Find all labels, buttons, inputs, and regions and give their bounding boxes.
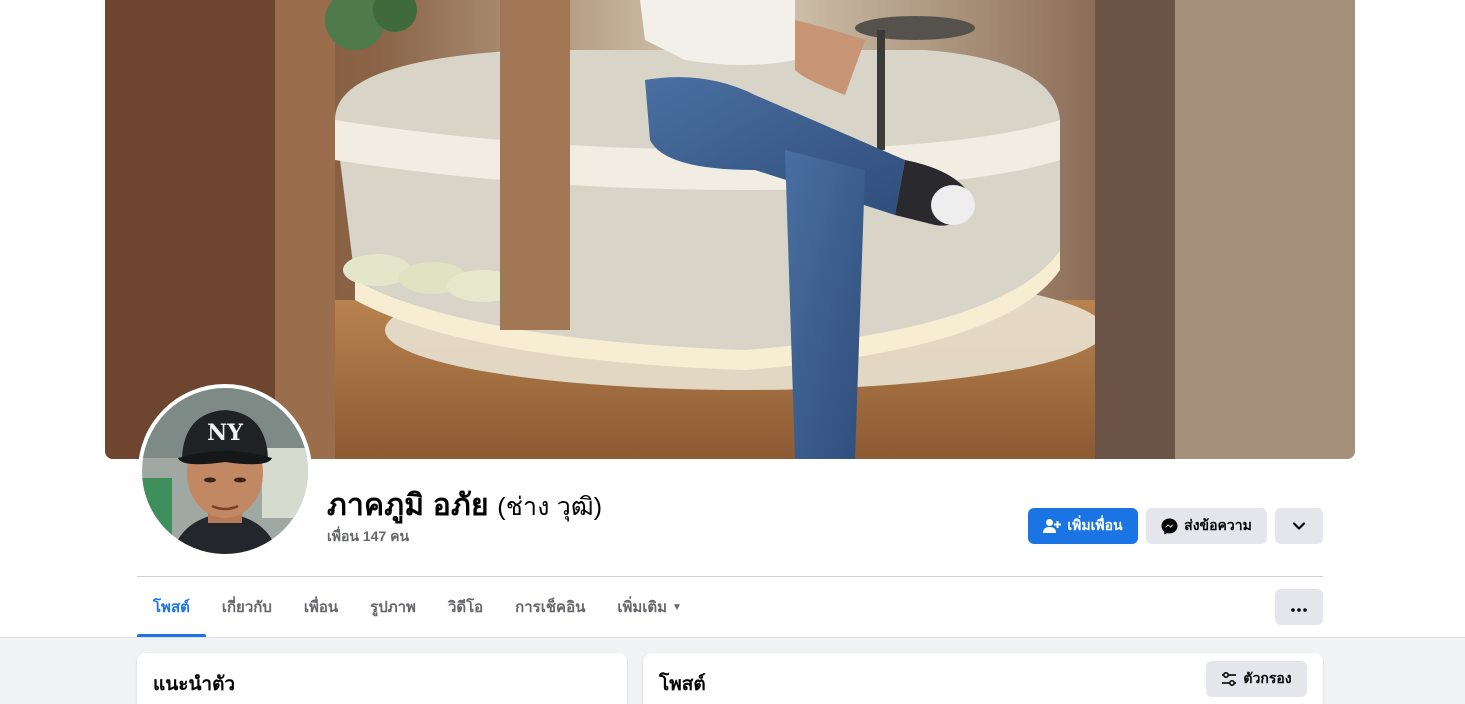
profile-tabs: โพสต์ เกี่ยวกับ เพื่อน รูปภาพ วิดีโอ การ… [137,577,698,637]
messenger-icon [1161,518,1178,535]
tab-about[interactable]: เกี่ยวกับ [206,577,288,637]
avatar-image: NY [142,388,308,554]
chevron-down-icon [1292,518,1306,534]
user-plus-icon [1043,518,1062,534]
message-label: ส่งข้อความ [1184,517,1252,533]
intro-card: แนะนำตัว [137,653,627,704]
tab-label: วิดีโอ [447,599,484,616]
more-icon [1291,599,1307,615]
tab-label: เพิ่มเติม [617,599,668,616]
tab-posts[interactable]: โพสต์ [137,577,206,637]
profile-header: NY ภาคภูมิ อภัย (ช่าง วุฒิ) เพื่อน 147 ค… [0,0,1465,638]
profile-name-main: ภาคภูมิ อภัย [327,489,489,522]
tab-videos[interactable]: วิดีโอ [432,577,499,637]
tab-label: รูปภาพ [370,599,416,616]
avatar: NY [142,388,308,554]
friends-count[interactable]: เพื่อน 147 คน [327,526,409,548]
filter-icon [1221,672,1237,686]
cover-photo-image [105,0,1355,459]
posts-card-title: โพสต์ [659,674,706,695]
posts-card: โพสต์ ตัวกรอง [643,653,1323,704]
profile-picture[interactable]: NY [138,384,312,558]
filter-button[interactable]: ตัวกรอง [1206,661,1307,697]
profile-name: ภาคภูมิ อภัย (ช่าง วุฒิ) [327,482,602,529]
tab-label: โพสต์ [153,599,190,616]
tab-checkins[interactable]: การเช็คอิน [499,577,601,637]
add-friend-button[interactable]: เพิ่มเพื่อน [1028,508,1138,544]
tab-more[interactable]: เพิ่มเติม ▼ [601,577,698,637]
message-button[interactable]: ส่งข้อความ [1146,508,1267,544]
filter-label: ตัวกรอง [1243,670,1292,686]
caret-down-icon: ▼ [672,601,682,613]
tab-photos[interactable]: รูปภาพ [354,577,432,637]
add-friend-label: เพิ่มเพื่อน [1067,517,1123,533]
more-actions-button[interactable] [1275,508,1323,544]
tab-label: เกี่ยวกับ [221,599,272,616]
header-bottom-border [0,637,1465,638]
tab-friends[interactable]: เพื่อน [288,577,354,637]
tab-label: การเช็คอิน [515,599,586,616]
svg-text:NY: NY [207,420,243,446]
cover-photo[interactable] [105,0,1355,459]
tab-more-options-button[interactable] [1275,589,1323,625]
tab-label: เพื่อน [303,599,339,616]
profile-name-alternate: (ช่าง วุฒิ) [497,493,603,521]
intro-card-title: แนะนำตัว [153,674,236,695]
